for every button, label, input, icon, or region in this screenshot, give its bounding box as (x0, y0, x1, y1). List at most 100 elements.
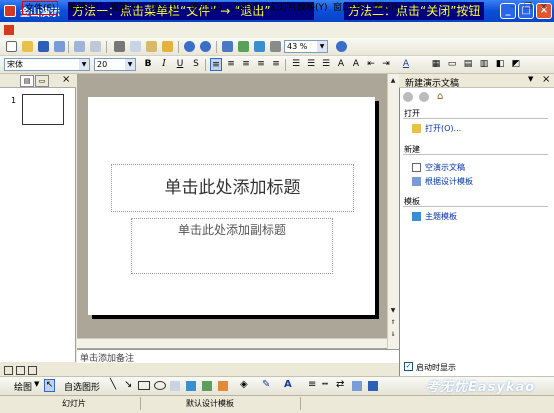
doc-restore-icon[interactable]: ❐ (524, 2, 532, 12)
wordart-icon[interactable] (186, 381, 196, 391)
open-link[interactable]: 打开(O)... (425, 123, 461, 134)
color-scheme-icon[interactable]: ◧ (494, 58, 506, 71)
grid-icon[interactable] (270, 41, 281, 52)
line-spacing-icon[interactable]: ☰ (320, 58, 332, 71)
italic-button[interactable]: I (158, 58, 170, 71)
align-left-icon[interactable]: ≡ (210, 58, 222, 71)
paste-icon[interactable] (146, 41, 157, 52)
new-slide-icon[interactable]: ▭ (446, 58, 458, 71)
insert-image-icon[interactable] (238, 41, 249, 52)
autoshapes-menu[interactable]: 自选图形 (64, 380, 100, 393)
menu-edit[interactable]: 编辑(E) (68, 1, 99, 15)
menu-tools[interactable]: 工具(T) (231, 1, 262, 15)
home-icon[interactable]: ⌂ (437, 91, 443, 102)
shadow-button[interactable]: S (190, 58, 202, 71)
shadow-style-icon[interactable] (352, 381, 362, 391)
print-icon[interactable] (74, 41, 85, 52)
distribute-icon[interactable]: ≡ (270, 58, 282, 71)
draw-menu[interactable]: 绘图 (14, 380, 32, 393)
new-file-icon[interactable] (6, 41, 17, 52)
menu-slideshow[interactable]: 幻灯片放映(Y) (270, 1, 328, 15)
dash-style-icon[interactable]: ┅ (322, 379, 328, 390)
clipart-icon[interactable] (218, 381, 228, 391)
task-pane-close-icon[interactable]: × (542, 74, 550, 85)
outline-tab[interactable]: ▤ (20, 75, 34, 87)
textbox-icon[interactable] (170, 381, 180, 391)
doc-minimize-icon[interactable]: – (510, 2, 515, 12)
template-icon[interactable]: ▥ (478, 58, 490, 71)
increase-font-icon[interactable]: A (335, 58, 347, 71)
slide-sorter-icon[interactable] (16, 366, 25, 375)
back-icon[interactable] (403, 92, 413, 102)
notes-placeholder[interactable]: 单击添加备注 (80, 351, 134, 364)
decrease-indent-icon[interactable]: ⇤ (365, 58, 377, 71)
help-icon[interactable] (336, 41, 347, 52)
chevron-down-icon[interactable]: ▼ (125, 59, 135, 70)
justify-icon[interactable]: ≡ (255, 58, 267, 71)
line-style-icon[interactable]: ≡ (308, 379, 316, 390)
animation-icon[interactable]: ◩ (510, 58, 522, 71)
insert-chart-icon[interactable] (254, 41, 265, 52)
arrow-icon[interactable]: ↘ (124, 379, 132, 390)
zoom-select[interactable]: 43 % ▼ (284, 40, 328, 53)
font-color-icon[interactable]: A (284, 379, 292, 390)
format-painter-icon[interactable] (162, 41, 173, 52)
save-icon[interactable] (38, 41, 49, 52)
layout-icon[interactable]: ▤ (462, 58, 474, 71)
line-icon[interactable]: ╲ (110, 379, 116, 390)
align-center-icon[interactable]: ≡ (225, 58, 237, 71)
cut-icon[interactable] (114, 41, 125, 52)
scroll-up-icon[interactable]: ▲ (388, 76, 398, 86)
rectangle-icon[interactable] (138, 381, 150, 390)
design-template-link[interactable]: 根据设计模板 (425, 176, 473, 187)
bullets-icon[interactable]: ☰ (305, 58, 317, 71)
arrow-style-icon[interactable]: ⇄ (336, 379, 344, 390)
insert-table-icon[interactable] (222, 41, 233, 52)
line-color-icon[interactable]: ✎ (262, 379, 270, 390)
forward-icon[interactable] (419, 92, 429, 102)
app-icon[interactable] (4, 5, 16, 17)
chevron-down-icon[interactable]: ▼ (317, 41, 327, 52)
horizontal-scrollbar[interactable] (77, 338, 387, 348)
oval-icon[interactable] (154, 381, 166, 390)
menu-file[interactable]: 文件(F) (22, 1, 59, 15)
slides-tab[interactable]: ▭ (35, 75, 49, 87)
font-select[interactable]: 宋体 ▼ (4, 58, 90, 71)
blank-presentation-link[interactable]: 空演示文稿 (425, 162, 465, 173)
chevron-down-icon[interactable]: ▼ (79, 59, 89, 70)
align-right-icon[interactable]: ≡ (240, 58, 252, 71)
chevron-down-icon[interactable]: ▼ (528, 75, 533, 83)
print-preview-icon[interactable] (90, 41, 101, 52)
bold-button[interactable]: B (142, 58, 154, 71)
scroll-down-icon[interactable]: ▼ (388, 306, 398, 316)
startup-checkbox[interactable]: ✓ (404, 362, 413, 371)
design-icon[interactable]: ▦ (430, 58, 442, 71)
numbering-icon[interactable]: ☰ (290, 58, 302, 71)
select-pointer-icon[interactable]: ↖ (44, 379, 55, 392)
title-placeholder[interactable]: 单击此处添加标题 (111, 164, 354, 212)
undo-icon[interactable] (184, 41, 195, 52)
font-color-icon[interactable]: A (400, 58, 412, 71)
next-slide-icon[interactable]: ⇓ (388, 330, 398, 340)
document-icon[interactable] (4, 25, 14, 35)
menu-format[interactable]: 格式(O) (190, 1, 222, 15)
open-folder-icon[interactable] (22, 41, 33, 52)
mail-icon[interactable] (54, 41, 65, 52)
redo-icon[interactable] (200, 41, 211, 52)
menu-insert[interactable]: 插入(I) (150, 1, 178, 15)
panel-close-icon[interactable]: × (62, 74, 70, 85)
chevron-down-icon[interactable]: ▼ (34, 380, 39, 388)
slide-thumbnail[interactable] (22, 94, 64, 125)
slideshow-view-icon[interactable] (28, 366, 37, 375)
previous-slide-icon[interactable]: ⇑ (388, 318, 398, 328)
underline-button[interactable]: U (174, 58, 186, 71)
menu-view[interactable]: 视图(V) (110, 1, 141, 15)
3d-style-icon[interactable] (368, 381, 378, 391)
subtitle-placeholder[interactable]: 单击此处添加副标题 (131, 218, 333, 274)
decrease-font-icon[interactable]: A (350, 58, 362, 71)
font-size-select[interactable]: 20 ▼ (94, 58, 136, 71)
normal-view-icon[interactable] (4, 366, 13, 375)
menu-help[interactable]: 帮助(H) (373, 1, 405, 15)
menu-window[interactable]: 窗口(W) (333, 1, 367, 15)
increase-indent-icon[interactable]: ⇥ (380, 58, 392, 71)
